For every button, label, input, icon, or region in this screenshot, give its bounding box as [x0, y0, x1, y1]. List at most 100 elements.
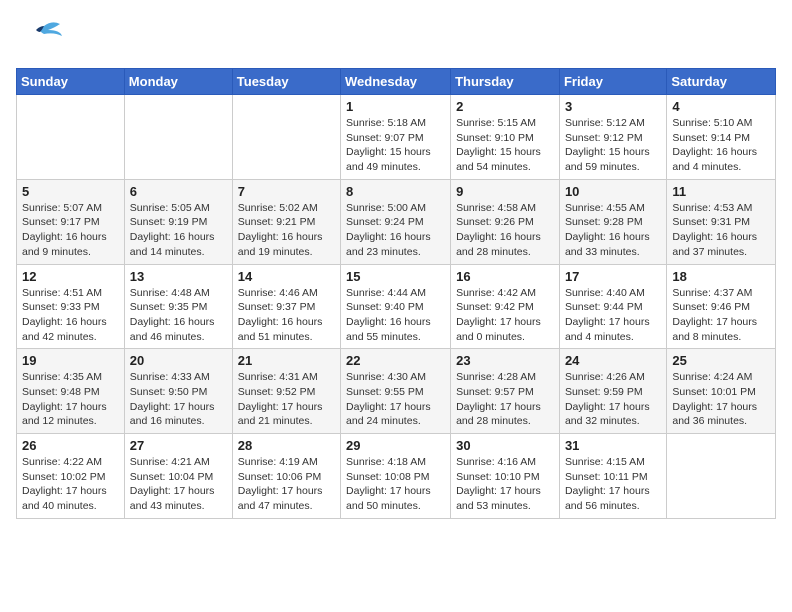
- day-number: 15: [346, 269, 445, 284]
- calendar-cell: 1 Sunrise: 5:18 AM Sunset: 9:07 PM Daylig…: [341, 95, 451, 180]
- day-info: Sunrise: 4:46 AM Sunset: 9:37 PM Dayligh…: [238, 286, 335, 345]
- calendar-cell: 23 Sunrise: 4:28 AM Sunset: 9:57 PM Dayli…: [451, 349, 560, 434]
- calendar-cell: 26Sunrise: 4:22 AM Sunset: 10:02 PM Dayl…: [17, 434, 125, 519]
- calendar-cell: 3 Sunrise: 5:12 AM Sunset: 9:12 PM Daylig…: [559, 95, 666, 180]
- day-info: Sunrise: 4:28 AM Sunset: 9:57 PM Dayligh…: [456, 370, 554, 429]
- calendar-table: SundayMondayTuesdayWednesdayThursdayFrid…: [16, 68, 776, 519]
- day-number: 27: [130, 438, 227, 453]
- day-info: Sunrise: 4:44 AM Sunset: 9:40 PM Dayligh…: [346, 286, 445, 345]
- day-info: Sunrise: 4:42 AM Sunset: 9:42 PM Dayligh…: [456, 286, 554, 345]
- logo: [16, 16, 68, 56]
- day-number: 2: [456, 99, 554, 114]
- day-number: 31: [565, 438, 661, 453]
- day-number: 30: [456, 438, 554, 453]
- day-info: Sunrise: 4:40 AM Sunset: 9:44 PM Dayligh…: [565, 286, 661, 345]
- day-number: 14: [238, 269, 335, 284]
- day-number: 26: [22, 438, 119, 453]
- day-info: Sunrise: 4:48 AM Sunset: 9:35 PM Dayligh…: [130, 286, 227, 345]
- weekday-header-saturday: Saturday: [667, 69, 776, 95]
- day-number: 13: [130, 269, 227, 284]
- calendar-cell: 4 Sunrise: 5:10 AM Sunset: 9:14 PM Daylig…: [667, 95, 776, 180]
- day-info: Sunrise: 5:07 AM Sunset: 9:17 PM Dayligh…: [22, 201, 119, 260]
- week-row-5: 26Sunrise: 4:22 AM Sunset: 10:02 PM Dayl…: [17, 434, 776, 519]
- weekday-header-wednesday: Wednesday: [341, 69, 451, 95]
- day-number: 3: [565, 99, 661, 114]
- day-info: Sunrise: 5:10 AM Sunset: 9:14 PM Dayligh…: [672, 116, 770, 175]
- day-number: 21: [238, 353, 335, 368]
- logo-icon: [16, 16, 64, 56]
- day-number: 10: [565, 184, 661, 199]
- day-number: 23: [456, 353, 554, 368]
- calendar-cell: 25Sunrise: 4:24 AM Sunset: 10:01 PM Dayl…: [667, 349, 776, 434]
- day-number: 11: [672, 184, 770, 199]
- calendar-cell: 15 Sunrise: 4:44 AM Sunset: 9:40 PM Dayli…: [341, 264, 451, 349]
- calendar-cell: 30 Sunrise: 4:16 AM Sunset: 10:10 PM Dayl…: [451, 434, 560, 519]
- calendar-cell: 6 Sunrise: 5:05 AM Sunset: 9:19 PM Daylig…: [124, 179, 232, 264]
- day-info: Sunrise: 4:37 AM Sunset: 9:46 PM Dayligh…: [672, 286, 770, 345]
- calendar-cell: 2 Sunrise: 5:15 AM Sunset: 9:10 PM Daylig…: [451, 95, 560, 180]
- calendar-cell: 21Sunrise: 4:31 AM Sunset: 9:52 PM Dayli…: [232, 349, 340, 434]
- day-info: Sunrise: 5:12 AM Sunset: 9:12 PM Dayligh…: [565, 116, 661, 175]
- calendar-cell: 22Sunrise: 4:30 AM Sunset: 9:55 PM Dayli…: [341, 349, 451, 434]
- day-info: Sunrise: 4:35 AM Sunset: 9:48 PM Dayligh…: [22, 370, 119, 429]
- day-number: 28: [238, 438, 335, 453]
- calendar-cell: [232, 95, 340, 180]
- day-number: 16: [456, 269, 554, 284]
- week-row-2: 5 Sunrise: 5:07 AM Sunset: 9:17 PM Daylig…: [17, 179, 776, 264]
- day-info: Sunrise: 4:53 AM Sunset: 9:31 PM Dayligh…: [672, 201, 770, 260]
- calendar-cell: 13 Sunrise: 4:48 AM Sunset: 9:35 PM Dayli…: [124, 264, 232, 349]
- calendar-cell: 29Sunrise: 4:18 AM Sunset: 10:08 PM Dayl…: [341, 434, 451, 519]
- weekday-header-tuesday: Tuesday: [232, 69, 340, 95]
- calendar-cell: 5 Sunrise: 5:07 AM Sunset: 9:17 PM Daylig…: [17, 179, 125, 264]
- calendar-cell: [667, 434, 776, 519]
- calendar-cell: 12 Sunrise: 4:51 AM Sunset: 9:33 PM Dayli…: [17, 264, 125, 349]
- calendar-cell: 19 Sunrise: 4:35 AM Sunset: 9:48 PM Dayli…: [17, 349, 125, 434]
- day-number: 19: [22, 353, 119, 368]
- day-number: 1: [346, 99, 445, 114]
- day-number: 6: [130, 184, 227, 199]
- day-info: Sunrise: 4:19 AM Sunset: 10:06 PM Daylig…: [238, 455, 335, 514]
- calendar-cell: 9 Sunrise: 4:58 AM Sunset: 9:26 PM Daylig…: [451, 179, 560, 264]
- calendar-cell: [17, 95, 125, 180]
- day-info: Sunrise: 5:18 AM Sunset: 9:07 PM Dayligh…: [346, 116, 445, 175]
- calendar-cell: 7 Sunrise: 5:02 AM Sunset: 9:21 PM Daylig…: [232, 179, 340, 264]
- weekday-header-sunday: Sunday: [17, 69, 125, 95]
- calendar-cell: 10 Sunrise: 4:55 AM Sunset: 9:28 PM Dayli…: [559, 179, 666, 264]
- day-number: 12: [22, 269, 119, 284]
- day-info: Sunrise: 4:16 AM Sunset: 10:10 PM Daylig…: [456, 455, 554, 514]
- day-info: Sunrise: 4:51 AM Sunset: 9:33 PM Dayligh…: [22, 286, 119, 345]
- day-info: Sunrise: 4:55 AM Sunset: 9:28 PM Dayligh…: [565, 201, 661, 260]
- day-info: Sunrise: 4:58 AM Sunset: 9:26 PM Dayligh…: [456, 201, 554, 260]
- calendar-cell: 17 Sunrise: 4:40 AM Sunset: 9:44 PM Dayli…: [559, 264, 666, 349]
- week-row-4: 19 Sunrise: 4:35 AM Sunset: 9:48 PM Dayli…: [17, 349, 776, 434]
- day-number: 18: [672, 269, 770, 284]
- day-number: 24: [565, 353, 661, 368]
- weekday-header-thursday: Thursday: [451, 69, 560, 95]
- calendar-cell: 8Sunrise: 5:00 AM Sunset: 9:24 PM Daylig…: [341, 179, 451, 264]
- day-info: Sunrise: 4:24 AM Sunset: 10:01 PM Daylig…: [672, 370, 770, 429]
- calendar-cell: 24Sunrise: 4:26 AM Sunset: 9:59 PM Dayli…: [559, 349, 666, 434]
- day-info: Sunrise: 4:21 AM Sunset: 10:04 PM Daylig…: [130, 455, 227, 514]
- day-number: 5: [22, 184, 119, 199]
- day-number: 17: [565, 269, 661, 284]
- day-info: Sunrise: 5:15 AM Sunset: 9:10 PM Dayligh…: [456, 116, 554, 175]
- calendar-cell: 11 Sunrise: 4:53 AM Sunset: 9:31 PM Dayli…: [667, 179, 776, 264]
- day-number: 20: [130, 353, 227, 368]
- weekday-header-monday: Monday: [124, 69, 232, 95]
- day-number: 7: [238, 184, 335, 199]
- day-number: 9: [456, 184, 554, 199]
- day-info: Sunrise: 4:33 AM Sunset: 9:50 PM Dayligh…: [130, 370, 227, 429]
- day-info: Sunrise: 5:05 AM Sunset: 9:19 PM Dayligh…: [130, 201, 227, 260]
- day-info: Sunrise: 5:00 AM Sunset: 9:24 PM Dayligh…: [346, 201, 445, 260]
- day-info: Sunrise: 5:02 AM Sunset: 9:21 PM Dayligh…: [238, 201, 335, 260]
- calendar-cell: 18 Sunrise: 4:37 AM Sunset: 9:46 PM Dayli…: [667, 264, 776, 349]
- day-number: 4: [672, 99, 770, 114]
- calendar-cell: 20 Sunrise: 4:33 AM Sunset: 9:50 PM Dayli…: [124, 349, 232, 434]
- week-row-1: 1 Sunrise: 5:18 AM Sunset: 9:07 PM Daylig…: [17, 95, 776, 180]
- day-info: Sunrise: 4:18 AM Sunset: 10:08 PM Daylig…: [346, 455, 445, 514]
- calendar-cell: 16 Sunrise: 4:42 AM Sunset: 9:42 PM Dayli…: [451, 264, 560, 349]
- calendar-cell: 28 Sunrise: 4:19 AM Sunset: 10:06 PM Dayl…: [232, 434, 340, 519]
- week-row-3: 12 Sunrise: 4:51 AM Sunset: 9:33 PM Dayli…: [17, 264, 776, 349]
- day-info: Sunrise: 4:15 AM Sunset: 10:11 PM Daylig…: [565, 455, 661, 514]
- calendar-cell: 27 Sunrise: 4:21 AM Sunset: 10:04 PM Dayl…: [124, 434, 232, 519]
